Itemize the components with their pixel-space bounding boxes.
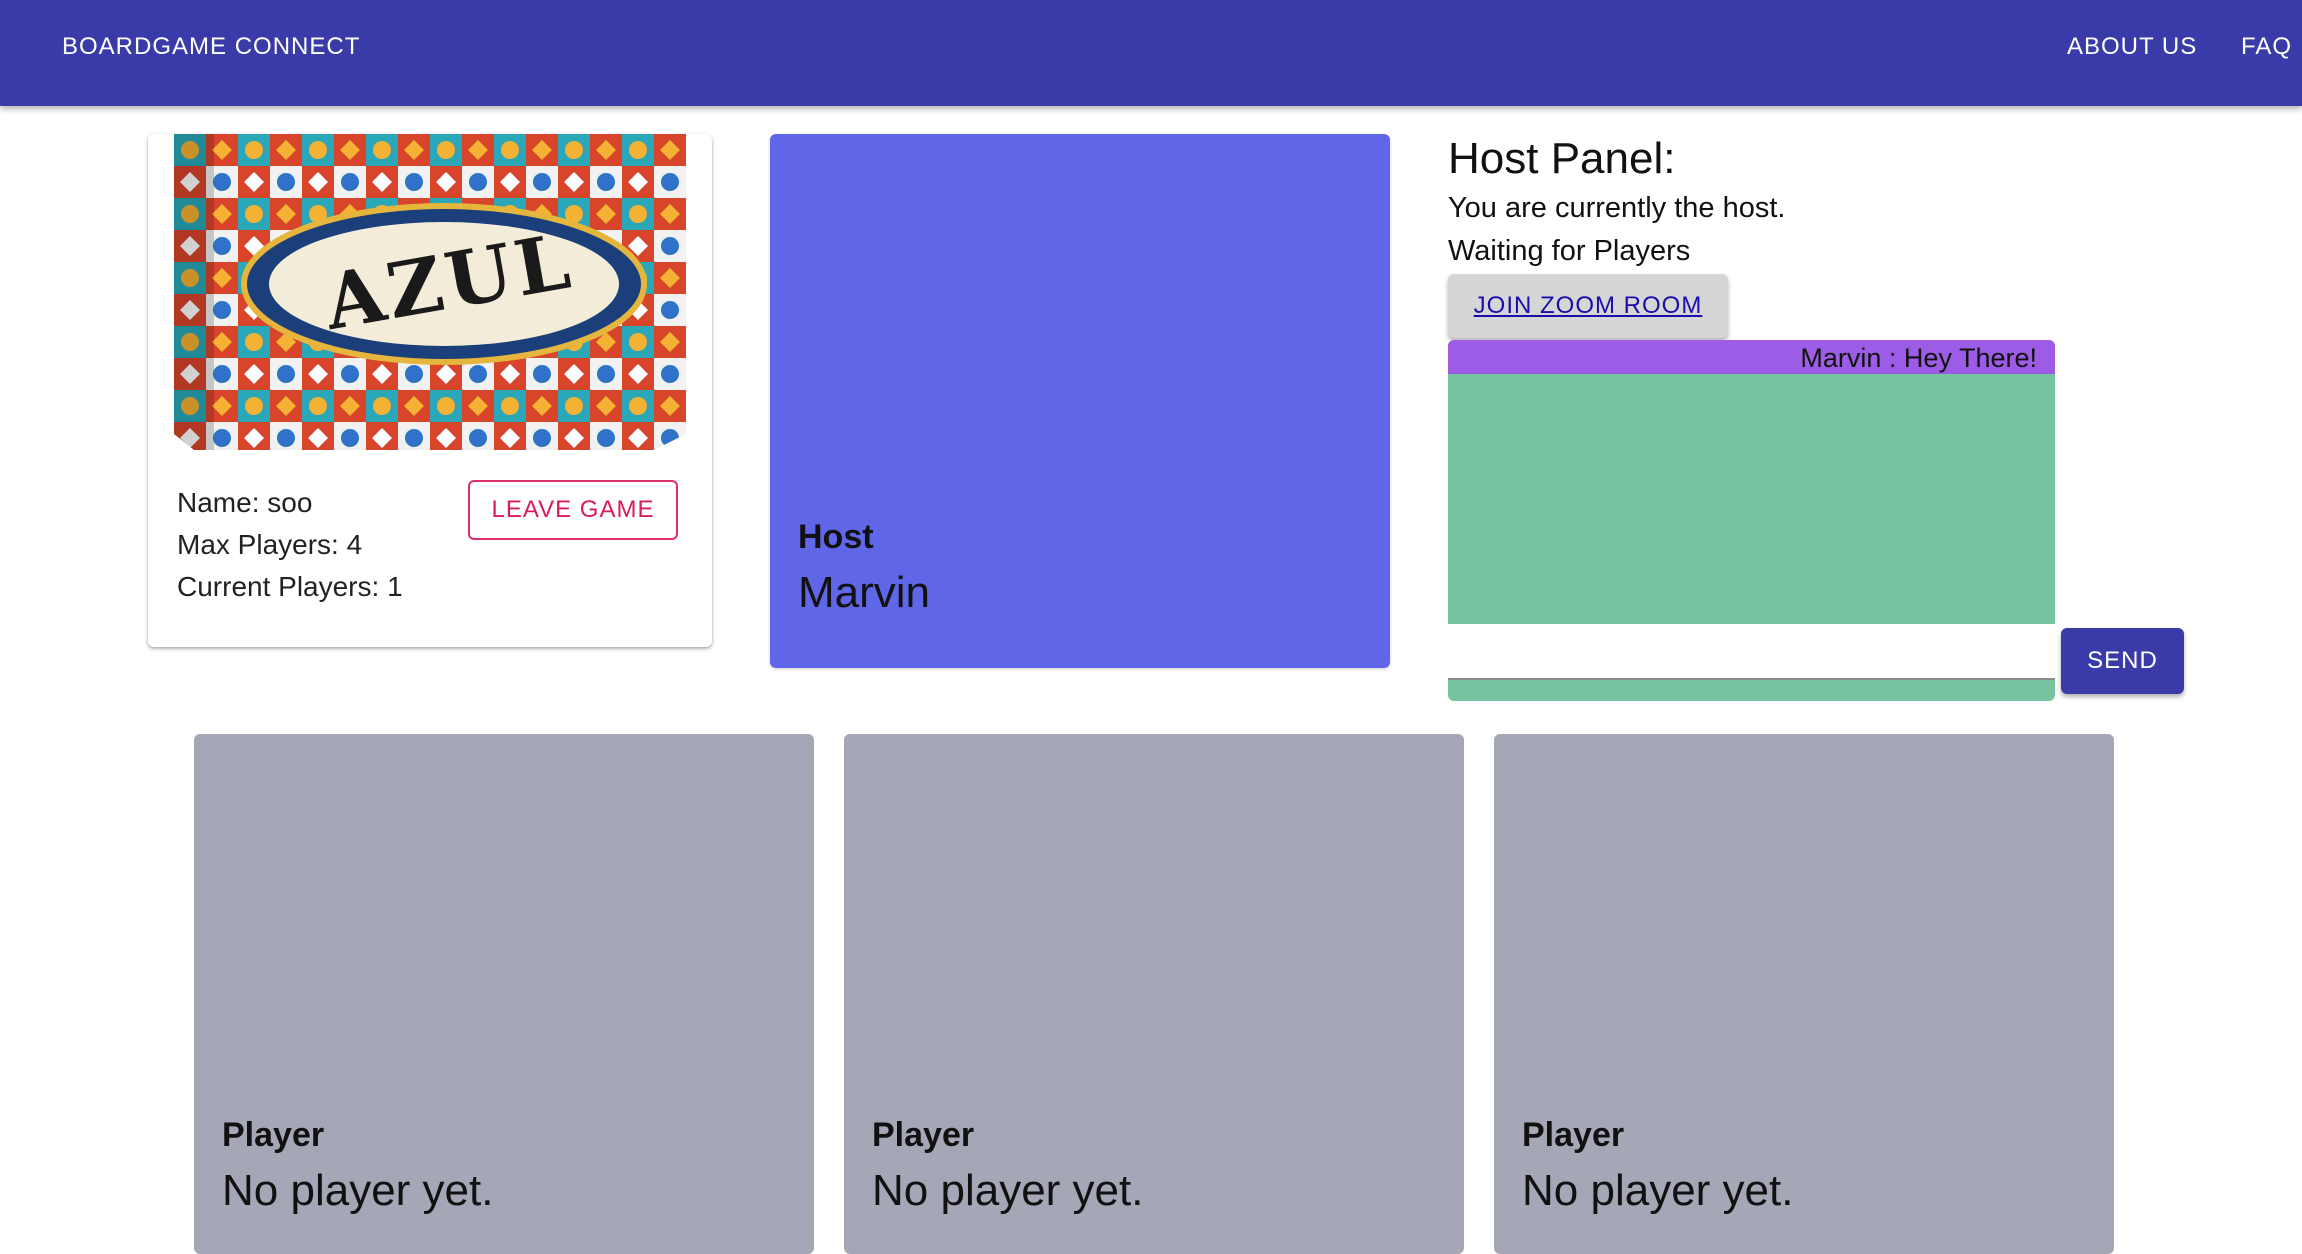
game-max-players: Max Players: 4 bbox=[177, 529, 363, 560]
brand-title[interactable]: BOARDGAME CONNECT bbox=[62, 0, 360, 94]
nav-about-us[interactable]: ABOUT US bbox=[2067, 0, 2197, 94]
player-name: No player yet. bbox=[1522, 1166, 1794, 1215]
game-info: Name: soo Max Players: 4 Current Players… bbox=[177, 482, 403, 608]
host-name: Marvin bbox=[798, 568, 931, 617]
player-name: No player yet. bbox=[872, 1166, 1144, 1215]
player-role-label: Player bbox=[222, 1116, 325, 1154]
player-name: No player yet. bbox=[222, 1166, 494, 1215]
nav-faq[interactable]: FAQ bbox=[2241, 0, 2292, 94]
chat-input[interactable] bbox=[1448, 624, 2055, 680]
player-role-label: Player bbox=[872, 1116, 975, 1154]
host-panel-title: Host Panel: bbox=[1448, 134, 1676, 183]
game-current-players: Current Players: 1 bbox=[177, 571, 403, 602]
player-tile: Player No player yet. bbox=[1494, 734, 2114, 1254]
send-button[interactable]: SEND bbox=[2061, 628, 2184, 694]
host-status-text: You are currently the host. bbox=[1448, 192, 1786, 224]
app-bar: BOARDGAME CONNECT ABOUT US FAQ bbox=[0, 0, 2302, 106]
game-name: Name: soo bbox=[177, 487, 313, 518]
host-video-tile: Host Marvin bbox=[770, 134, 1390, 668]
host-role-label: Host bbox=[798, 518, 874, 556]
leave-game-button[interactable]: LEAVE GAME bbox=[468, 480, 678, 540]
join-zoom-room-button[interactable]: JOIN ZOOM ROOM bbox=[1448, 274, 1728, 338]
player-role-label: Player bbox=[1522, 1116, 1625, 1154]
chat-message: Marvin : Hey There! bbox=[1448, 340, 2055, 374]
player-tile: Player No player yet. bbox=[844, 734, 1464, 1254]
waiting-status-text: Waiting for Players bbox=[1448, 235, 1691, 267]
game-card: AZUL Name: soo Max Players: 4 Current Pl… bbox=[148, 134, 712, 647]
game-box-image: AZUL bbox=[174, 134, 686, 450]
player-tile: Player No player yet. bbox=[194, 734, 814, 1254]
